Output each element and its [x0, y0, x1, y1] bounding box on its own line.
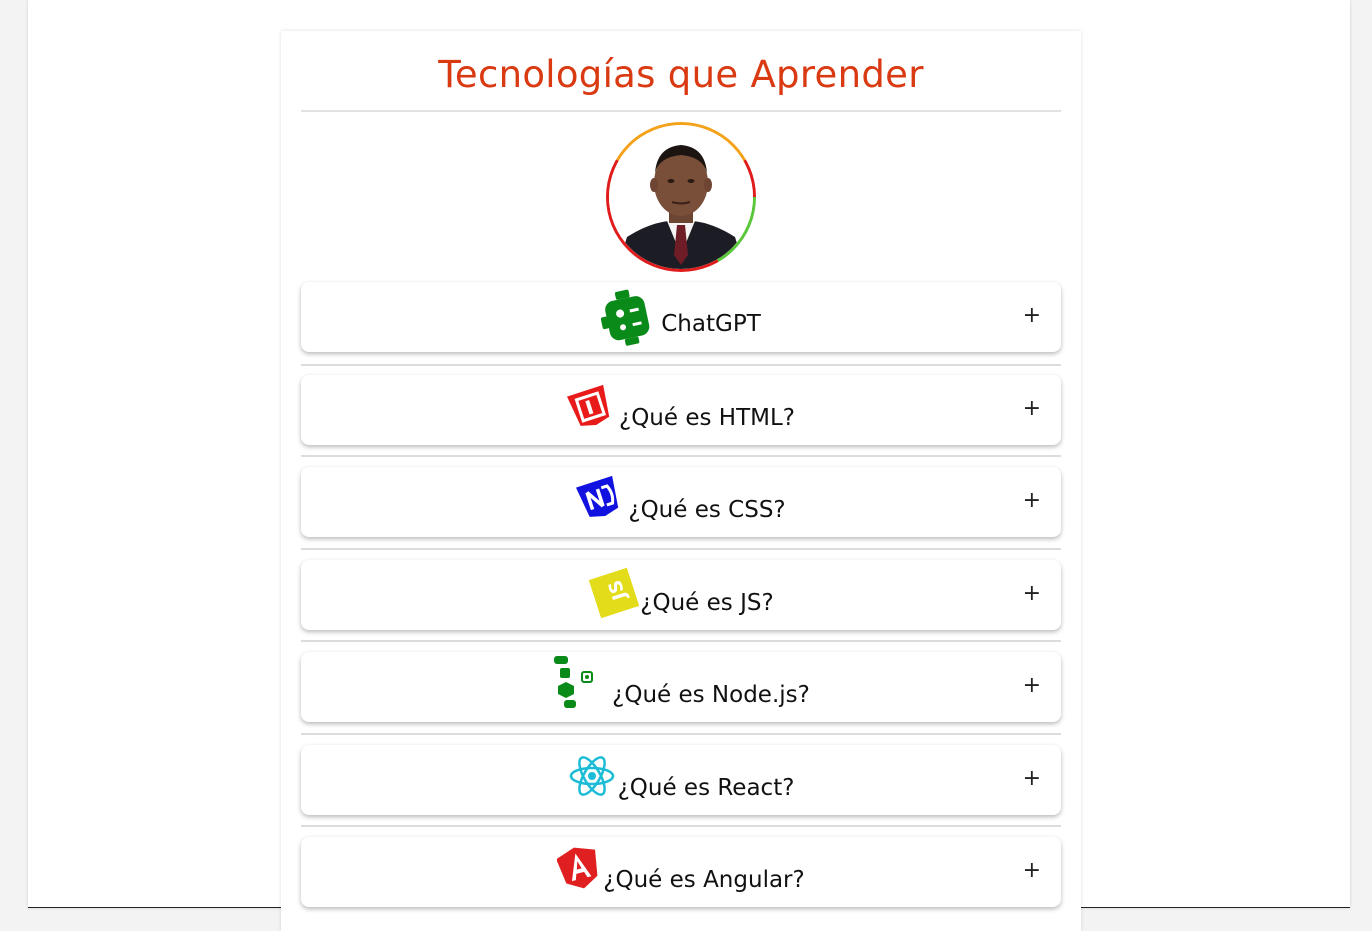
accordion-item-react[interactable]: ¿Qué es React? + [301, 745, 1061, 815]
expand-icon[interactable]: + [1023, 303, 1041, 328]
accordion-item-label: ¿Qué es Angular? [603, 867, 805, 893]
content-card: Tecnologías que Aprender ChatGPT + ¿Qué … [281, 31, 1081, 931]
html-logo-icon [566, 384, 613, 432]
nodejs-logo-icon [552, 652, 594, 716]
expand-icon[interactable]: + [1023, 766, 1041, 791]
accordion-item-html[interactable]: ¿Qué es HTML? + [301, 375, 1061, 445]
accordion-item-angular[interactable]: ¿Qué es Angular? + [301, 837, 1061, 907]
item-divider [301, 364, 1061, 366]
accordion-item-label: ¿Qué es HTML? [618, 405, 795, 431]
expand-icon[interactable]: + [1023, 488, 1041, 513]
js-logo-icon: JS [588, 565, 640, 625]
title-divider [301, 110, 1061, 112]
item-divider [301, 733, 1061, 735]
css-logo-icon [576, 475, 622, 523]
page-background: Tecnologías que Aprender ChatGPT + ¿Qué … [28, 0, 1350, 931]
profile-photo-icon [609, 125, 753, 269]
expand-icon[interactable]: + [1023, 396, 1041, 421]
accordion-item-label: ¿Qué es JS? [640, 590, 774, 616]
react-logo-icon [568, 752, 616, 804]
item-divider [301, 455, 1061, 457]
accordion-item-chatgpt[interactable]: ChatGPT + [301, 282, 1061, 352]
chatgpt-logo-icon [601, 286, 655, 352]
profile-photo [609, 125, 753, 269]
avatar [606, 122, 756, 272]
accordion-item-label: ¿Qué es CSS? [628, 497, 786, 523]
accordion-item-label: ¿Qué es Node.js? [612, 682, 810, 708]
accordion-item-nodejs[interactable]: ¿Qué es Node.js? + [301, 652, 1061, 722]
accordion-item-css[interactable]: ¿Qué es CSS? + [301, 467, 1061, 537]
angular-logo-icon [556, 845, 601, 895]
item-divider [301, 825, 1061, 827]
accordion-item-js[interactable]: JS ¿Qué es JS? + [301, 560, 1061, 630]
item-divider [301, 548, 1061, 550]
expand-icon[interactable]: + [1023, 673, 1041, 698]
accordion-item-label: ChatGPT [661, 311, 761, 337]
accordion-item-label: ¿Qué es React? [617, 775, 795, 801]
page-title: Tecnologías que Aprender [438, 53, 924, 96]
item-divider [301, 640, 1061, 642]
expand-icon[interactable]: + [1023, 858, 1041, 883]
expand-icon[interactable]: + [1023, 581, 1041, 606]
